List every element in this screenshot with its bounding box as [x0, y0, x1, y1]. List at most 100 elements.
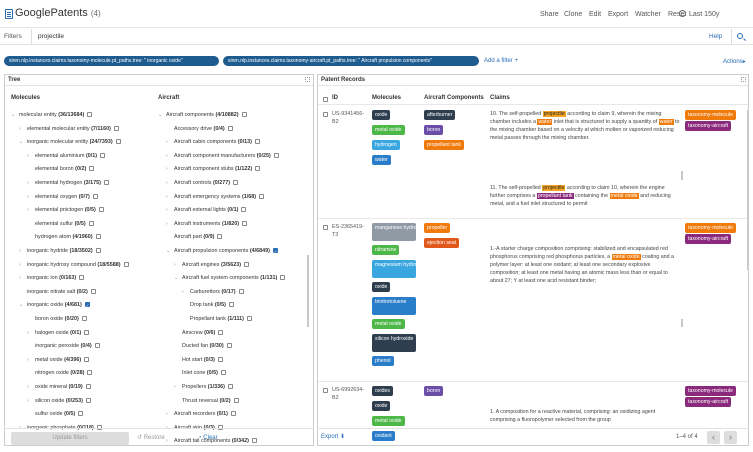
- aircraft-tag[interactable]: boron: [424, 125, 444, 135]
- tree-node[interactable]: › oxide mineral (0/19): [27, 382, 91, 393]
- tree-node-checkbox[interactable]: [90, 288, 96, 294]
- molecule-tag[interactable]: magnesium hydroxide: [372, 260, 426, 278]
- add-filter-button[interactable]: Add a filter +: [484, 58, 518, 64]
- tree-node-checkbox[interactable]: [226, 343, 232, 349]
- chevron-right-icon[interactable]: ›: [27, 382, 35, 393]
- chevron-right-icon[interactable]: ›: [27, 328, 35, 339]
- help-link[interactable]: Help: [709, 33, 722, 40]
- tree-node-checkbox[interactable]: [113, 125, 119, 131]
- tree-node[interactable]: ⌄ Aircraft fuel system components (1/131): [174, 273, 286, 284]
- tree-node-checkbox[interactable]: [100, 152, 106, 158]
- tree-node[interactable]: hydrogen atom (4/1960): [27, 232, 101, 243]
- molecule-tag[interactable]: oxide: [372, 110, 391, 120]
- tree-node[interactable]: › elemental hydrogen (3/175): [27, 178, 109, 189]
- tree-node-checkbox[interactable]: [103, 180, 109, 185]
- molecule-tag[interactable]: metal oxide: [372, 416, 405, 426]
- molecule-tag[interactable]: water: [372, 155, 391, 165]
- aircraft-tag[interactable]: boron: [424, 386, 444, 396]
- taxonomy-tag[interactable]: taxonomy-molecule: [685, 386, 736, 396]
- chevron-right-icon[interactable]: ›: [27, 355, 35, 366]
- tree-node-checkbox[interactable]: [227, 125, 233, 131]
- tree-node-checkbox[interactable]: [84, 302, 90, 308]
- tree-node-checkbox[interactable]: [230, 411, 236, 417]
- tree-node-checkbox[interactable]: [217, 234, 223, 240]
- prev-page-button[interactable]: ‹: [707, 431, 720, 444]
- tree-node[interactable]: inorganic nitrate salt (0/2): [19, 287, 96, 298]
- tree-node[interactable]: Ducted fan (0/30): [174, 341, 232, 352]
- tree-node[interactable]: inorganic peroxide (0/4): [27, 341, 100, 352]
- taxonomy-tag[interactable]: taxonomy-aircraft: [685, 121, 732, 131]
- molecule-tag[interactable]: silicon hydroxide: [372, 334, 416, 352]
- tree-node-checkbox[interactable]: [233, 180, 239, 185]
- chevron-right-icon[interactable]: ›: [27, 178, 35, 189]
- tree-node-checkbox[interactable]: [242, 220, 248, 226]
- chevron-right-icon[interactable]: ›: [166, 205, 174, 216]
- chevron-right-icon[interactable]: ›: [166, 151, 174, 162]
- tree-node[interactable]: elemental sulfur (0/5): [27, 219, 94, 230]
- tree-node[interactable]: › Propellers (1/336): [174, 382, 233, 393]
- tree-node[interactable]: › inorganic ion (0/163): [19, 273, 85, 284]
- chevron-down-icon[interactable]: ⌄: [158, 110, 166, 121]
- tree-node[interactable]: › elemental aluminium (0/1): [27, 151, 106, 162]
- tree-node-checkbox[interactable]: [259, 193, 265, 199]
- aircraft-tag[interactable]: ejection seat: [424, 238, 460, 248]
- tree-node[interactable]: › Aircraft cabin components (0/13): [166, 137, 260, 148]
- tree-node-checkbox[interactable]: [227, 384, 233, 389]
- tree-node-checkbox[interactable]: [115, 139, 121, 145]
- tree-node-checkbox[interactable]: [87, 112, 93, 117]
- tree-node-checkbox[interactable]: [255, 166, 261, 172]
- export-button[interactable]: Export ⬇: [321, 433, 345, 440]
- tree-node[interactable]: › Aircraft external lights (0/1): [166, 205, 247, 216]
- molecule-tag[interactable]: nitramine: [372, 245, 400, 255]
- records-scrollbar[interactable]: [747, 110, 748, 270]
- chevron-down-icon[interactable]: ⌄: [174, 273, 182, 284]
- tree-node[interactable]: Airscrew (0/6): [174, 328, 224, 339]
- search-button[interactable]: [731, 29, 749, 44]
- taxonomy-tag[interactable]: taxonomy-molecule: [685, 223, 736, 233]
- tree-node-checkbox[interactable]: [84, 356, 90, 362]
- molecule-tag[interactable]: oxides: [372, 386, 393, 396]
- patent-id[interactable]: US-6992634-B2: [332, 386, 366, 402]
- tree-node[interactable]: › elemental pnictogen (0/5): [27, 205, 104, 216]
- export-menu-link[interactable]: Export: [608, 11, 628, 18]
- edit-link[interactable]: Edit: [589, 11, 601, 18]
- tree-node-checkbox[interactable]: [94, 343, 100, 349]
- row-checkbox[interactable]: [323, 112, 328, 117]
- tree-node[interactable]: › inorganic hydroxy compound (18/5588): [19, 260, 129, 271]
- tree-node[interactable]: boron oxide (0/20): [27, 314, 87, 325]
- tree-node-checkbox[interactable]: [233, 397, 239, 403]
- tree-node[interactable]: › Aircraft component manufacturers (0/25): [166, 151, 279, 162]
- filter-chip-molecule[interactable]: siren.nlp.instances.claims.taxonomy-mole…: [4, 56, 219, 66]
- tree-node[interactable]: › halogen oxide (0/1): [27, 328, 90, 339]
- chevron-right-icon[interactable]: ›: [27, 151, 35, 162]
- chevron-right-icon[interactable]: ›: [166, 178, 174, 189]
- tree-node-checkbox[interactable]: [254, 139, 260, 145]
- chevron-right-icon[interactable]: ›: [166, 219, 174, 230]
- tree-scrollbar[interactable]: [307, 255, 309, 327]
- clear-button[interactable]: ◔ Clear: [198, 432, 218, 445]
- tree-node-checkbox[interactable]: [280, 275, 286, 281]
- tree-node[interactable]: › Aircraft instruments (1/820): [166, 219, 248, 230]
- select-all-checkbox[interactable]: [323, 97, 328, 102]
- tree-node-checkbox[interactable]: [228, 302, 234, 308]
- tree-node[interactable]: › Aircraft engines (3/5623): [174, 260, 250, 271]
- taxonomy-tag[interactable]: taxonomy-aircraft: [685, 234, 732, 244]
- tree-node[interactable]: › elemental oxygen (0/7): [27, 192, 98, 203]
- tree-node-checkbox[interactable]: [98, 207, 104, 213]
- chevron-right-icon[interactable]: ›: [19, 124, 27, 135]
- chevron-down-icon[interactable]: ⌄: [19, 300, 27, 311]
- molecule-tag[interactable]: oxide: [372, 401, 391, 411]
- tree-node-checkbox[interactable]: [85, 397, 91, 403]
- tree-node-checkbox[interactable]: [220, 370, 226, 376]
- molecule-tag[interactable]: phenol: [372, 356, 394, 366]
- watcher-link[interactable]: Watcher: [635, 11, 661, 18]
- update-filters-button[interactable]: Update filters: [11, 432, 129, 445]
- tree-node-checkbox[interactable]: [92, 193, 98, 199]
- query-input[interactable]: [38, 29, 638, 43]
- row-checkbox[interactable]: [323, 225, 328, 230]
- tree-node[interactable]: › metal oxide (4/396): [27, 355, 90, 366]
- tree-node-checkbox[interactable]: [272, 248, 278, 253]
- tree-node-checkbox[interactable]: [241, 207, 247, 213]
- molecule-tag[interactable]: hydrogen: [372, 140, 400, 150]
- claims-scrollbar[interactable]: [681, 171, 683, 180]
